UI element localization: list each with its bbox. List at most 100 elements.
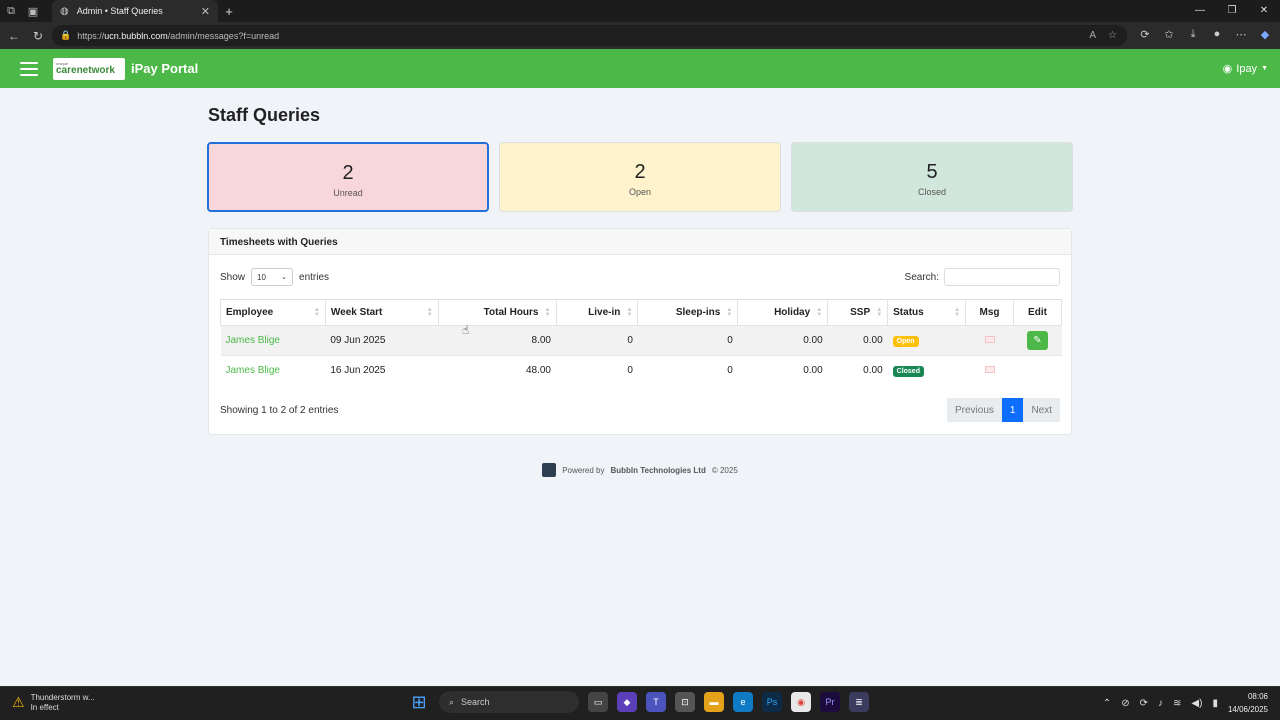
chevron-up-icon[interactable]: ⌃	[1103, 698, 1111, 709]
user-name: Ipay	[1236, 62, 1258, 75]
entries-select[interactable]: 10 ⌄	[251, 268, 294, 286]
employee-link[interactable]: James Blige	[226, 335, 280, 346]
page-1-button[interactable]: 1	[1001, 398, 1024, 422]
tab-title: Admin • Staff Queries	[76, 6, 163, 16]
envelope-icon[interactable]	[984, 366, 995, 374]
search-label: Search:	[904, 271, 939, 283]
browser-addressbar: ← ↻ 🔒 https://ucn.bubbln.com/admin/messa…	[0, 22, 1280, 49]
caret-down-icon: ▼	[1261, 65, 1268, 72]
maximize-icon[interactable]: ❐	[1216, 0, 1248, 22]
stat-card-unread[interactable]: 2 Unread	[207, 142, 489, 212]
favorites-icon[interactable]: ✩	[1162, 28, 1176, 41]
col-employee[interactable]: Employee ▲ ▼	[220, 299, 326, 326]
clock-date: 14/06/2025	[1227, 705, 1268, 714]
col-ssp[interactable]: SSP ▲ ▼	[827, 299, 889, 326]
weather-title: Thunderstorm w...	[30, 693, 95, 702]
brand-logo[interactable]: unique carenetwork	[53, 57, 125, 80]
employee-link[interactable]: James Blige	[226, 365, 280, 376]
col-holiday[interactable]: Holiday ▲ ▼	[737, 299, 829, 326]
teams-icon[interactable]: T	[646, 692, 666, 712]
windows-start-icon[interactable]: ⊞	[408, 691, 430, 713]
more-menu-icon[interactable]: ⋯	[1234, 28, 1248, 41]
muted-icon[interactable]: ⊘	[1121, 698, 1129, 709]
refresh-icon[interactable]: ↻	[26, 29, 50, 43]
store-icon[interactable]: ⊡	[675, 692, 695, 712]
clock-time: 08:06	[1247, 692, 1268, 701]
copilot-app-icon[interactable]: ◆	[617, 692, 637, 712]
volume-icon[interactable]: ◀)	[1191, 698, 1202, 709]
battery-icon[interactable]: ▮	[1212, 698, 1218, 709]
menu-toggle-icon[interactable]	[20, 61, 38, 76]
table-row: James Blige 09 Jun 2025 8.00 0 0 0.00 0.…	[220, 325, 1062, 356]
back-icon[interactable]: ←	[2, 29, 26, 43]
favorite-star-icon[interactable]: ☆	[1108, 30, 1117, 41]
col-status[interactable]: Status ▲ ▼	[887, 299, 967, 326]
pencil-icon: ✎	[1033, 335, 1042, 346]
logo-brand-text: carenetwork	[56, 64, 115, 76]
premiere-icon[interactable]: Pr	[820, 692, 840, 712]
wifi-icon[interactable]: ≋	[1173, 698, 1181, 709]
stat-label: Unread	[333, 188, 363, 198]
read-aloud-icon[interactable]: A	[1089, 30, 1096, 41]
table-controls: Show 10 ⌄ entries Search:	[220, 267, 1060, 287]
table-header-row: Employee ▲ ▼ Week Start ▲ ▼ Total Hours ▲ ▼ Li…	[220, 299, 1062, 326]
cell-edit	[1013, 355, 1062, 386]
cell-employee[interactable]: James Blige	[220, 355, 326, 386]
taskbar-search[interactable]: ⌕ Search	[439, 691, 579, 713]
file-explorer-icon[interactable]: ▬	[704, 692, 724, 712]
edit-button[interactable]: ✎	[1027, 331, 1048, 350]
col-week-start[interactable]: Week Start ▲ ▼	[324, 299, 439, 326]
cell-ssp: 0.00	[827, 355, 888, 386]
weather-widget[interactable]: ⚠ Thunderstorm w... In effect	[12, 693, 95, 712]
stat-card-open[interactable]: 2 Open	[499, 142, 781, 212]
cell-employee[interactable]: James Blige	[220, 325, 326, 356]
col-sleep-ins[interactable]: Sleep-ins ▲ ▼	[637, 299, 739, 326]
entries-value: 10	[257, 272, 266, 282]
close-window-icon[interactable]: ✕	[1248, 0, 1280, 22]
edge-icon[interactable]: e	[733, 692, 753, 712]
new-tab-button[interactable]: +	[220, 0, 238, 22]
col-total-hours[interactable]: Total Hours ▲ ▼	[437, 299, 557, 326]
table-row: James Blige 16 Jun 2025 48.00 0 0 0.00 0…	[220, 355, 1062, 386]
workspaces-icon[interactable]: ⧉	[0, 0, 22, 22]
extensions-icon[interactable]: ⟳	[1138, 28, 1152, 41]
notepad-icon[interactable]: ≣	[849, 692, 869, 712]
sync-icon[interactable]: ⟳	[1140, 698, 1148, 709]
sort-icon: ▲ ▼	[313, 307, 320, 318]
weather-alert-icon: ⚠	[12, 694, 25, 711]
microphone-icon[interactable]: ♪	[1158, 698, 1163, 709]
cell-week-start: 09 Jun 2025	[325, 325, 439, 356]
envelope-icon[interactable]	[984, 336, 995, 343]
user-menu[interactable]: ◉ Ipay ▼	[1223, 62, 1268, 76]
chevron-down-icon: ⌄	[281, 274, 288, 281]
stat-count: 2	[634, 161, 646, 183]
cell-msg	[965, 325, 1014, 356]
chrome-icon[interactable]: ◉	[791, 692, 811, 712]
search-input[interactable]	[944, 268, 1060, 286]
tab-actions-icon[interactable]: ▣	[22, 0, 44, 22]
search-icon: ⌕	[449, 696, 455, 707]
browser-tab-active[interactable]: ◍ Admin • Staff Queries ✕	[52, 0, 218, 22]
entries-label: entries	[299, 271, 330, 283]
task-view-icon[interactable]: ▭	[588, 692, 608, 712]
profile-icon[interactable]: ●	[1210, 28, 1224, 41]
col-live-in[interactable]: Live-in ▲ ▼	[555, 299, 639, 326]
browser-tabbar: ⧉ ▣ ◍ Admin • Staff Queries ✕ + — ❐ ✕	[0, 0, 1280, 22]
stat-card-closed[interactable]: 5 Closed	[791, 142, 1073, 212]
cell-week-start: 16 Jun 2025	[325, 355, 439, 386]
portal-title[interactable]: iPay Portal	[131, 61, 198, 76]
cell-ssp: 0.00	[827, 325, 888, 356]
minimize-icon[interactable]: —	[1184, 0, 1216, 22]
sort-icon: ▲ ▼	[954, 307, 961, 318]
footer-prefix: Powered by	[562, 465, 605, 475]
downloads-icon[interactable]: ⤓	[1186, 28, 1200, 41]
close-tab-icon[interactable]: ✕	[201, 5, 210, 18]
next-button[interactable]: Next	[1023, 398, 1060, 422]
photoshop-icon[interactable]: Ps	[762, 692, 782, 712]
previous-button[interactable]: Previous	[946, 398, 1002, 422]
sort-icon: ▲ ▼	[426, 307, 433, 318]
col-edit: Edit	[1013, 299, 1062, 326]
clock[interactable]: 08:06 14/06/2025	[1228, 690, 1268, 716]
copilot-icon[interactable]: ◆	[1258, 28, 1272, 41]
url-field[interactable]: 🔒 https://ucn.bubbln.com/admin/messages?…	[52, 25, 1127, 46]
